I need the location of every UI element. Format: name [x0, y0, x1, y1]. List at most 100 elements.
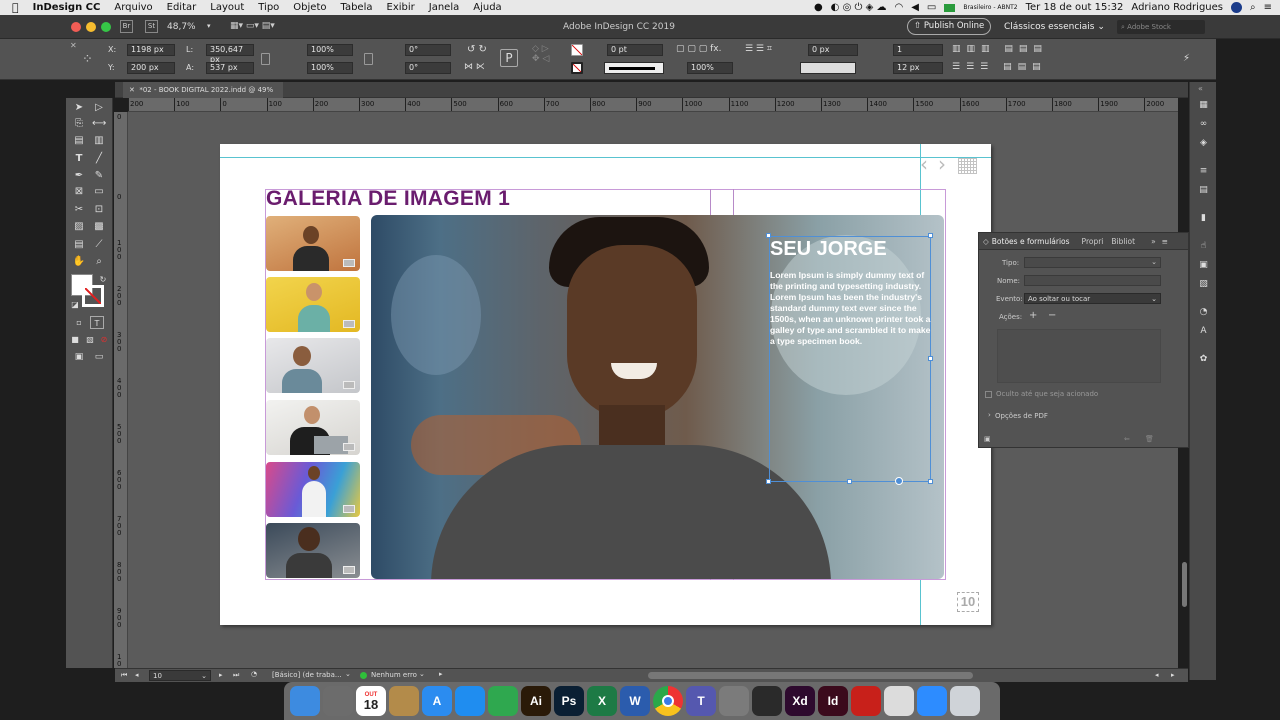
- menu-exibir[interactable]: Exibir: [380, 2, 422, 13]
- scale-x-field[interactable]: 100%: [307, 44, 353, 56]
- stroke-panel-icon[interactable]: ≡: [1198, 166, 1209, 176]
- buttons-panel-icon[interactable]: ☝: [1198, 241, 1209, 251]
- formatting-container-icon[interactable]: ▫: [72, 316, 86, 329]
- menu-tipo[interactable]: Tipo: [251, 2, 286, 13]
- selection-handle[interactable]: [928, 479, 933, 484]
- rotate-icons[interactable]: ↺ ↻: [467, 44, 487, 55]
- horizontal-ruler[interactable]: 200 100 0 100 200 300 400 500 600 700 800 900 1000 11…: [128, 98, 1178, 112]
- finder-app-icon[interactable]: [290, 686, 320, 716]
- preflight-profile[interactable]: [Básico] (de traba...: [272, 671, 342, 679]
- y-position-field[interactable]: 200 px: [127, 62, 175, 74]
- next-arrow-icon[interactable]: ›: [938, 154, 946, 174]
- indesign-app-icon[interactable]: Id: [818, 686, 848, 716]
- appstore-app-icon[interactable]: A: [422, 686, 452, 716]
- thumbnail-3[interactable]: [266, 338, 360, 393]
- rotation-field[interactable]: 0°: [405, 44, 451, 56]
- facetime-app-icon[interactable]: [488, 686, 518, 716]
- character-styles-icon[interactable]: A: [1198, 326, 1209, 336]
- record-icon[interactable]: ●: [814, 2, 823, 13]
- tab-buttons-forms[interactable]: Botões e formulários: [992, 237, 1082, 246]
- stroke-type-dropdown[interactable]: [604, 62, 664, 74]
- gutter-field[interactable]: 12 px: [893, 62, 943, 74]
- quicktime-app-icon[interactable]: [752, 686, 782, 716]
- battery-icon[interactable]: ▭: [927, 2, 936, 13]
- fill-swatch[interactable]: [571, 44, 583, 56]
- eyedropper-tool-icon[interactable]: ⟋: [92, 238, 106, 251]
- columns-field[interactable]: 1: [893, 44, 943, 56]
- safari-app-icon[interactable]: [455, 686, 485, 716]
- add-action-icon[interactable]: +: [1029, 310, 1037, 321]
- page-number-field[interactable]: 10 ⌄: [149, 670, 211, 681]
- text-style-dropdown[interactable]: [800, 62, 856, 74]
- view-options-icon[interactable]: ▦▾ ▭▾ ▤▾: [230, 21, 275, 31]
- type-tool-icon[interactable]: T: [72, 152, 86, 165]
- app-menu[interactable]: InDesign CC: [26, 2, 108, 13]
- error-status[interactable]: Nenhum erro: [371, 671, 417, 679]
- menu-objeto[interactable]: Objeto: [286, 2, 333, 13]
- vertical-scrollbar[interactable]: [1182, 562, 1187, 607]
- close-window-button[interactable]: [71, 22, 81, 32]
- open-panel-icon[interactable]: ▸: [439, 670, 443, 678]
- user-name[interactable]: Adriano Rodrigues: [1131, 2, 1223, 13]
- panel-collapse-icon[interactable]: ◇: [979, 237, 992, 246]
- gallery-title[interactable]: GALERIA DE IMAGEM 1: [266, 187, 510, 211]
- scroll-left-icon[interactable]: ◂: [1155, 671, 1159, 679]
- actions-list[interactable]: [997, 329, 1161, 383]
- screen-mode-icon[interactable]: ▭: [92, 351, 106, 364]
- hidden-until-triggered-checkbox[interactable]: [985, 391, 992, 398]
- content-collector-icon[interactable]: ▤: [72, 134, 86, 147]
- select-container-icons[interactable]: ◇ ▷ ✥ ◁: [532, 44, 549, 64]
- object-states-icon[interactable]: ▣: [1198, 260, 1209, 270]
- zoom-window-button[interactable]: [101, 22, 111, 32]
- scroll-right-icon[interactable]: ▸: [1171, 671, 1175, 679]
- last-page-icon[interactable]: ⏭: [233, 671, 239, 680]
- offset-field[interactable]: 0 px: [808, 44, 858, 56]
- horizontal-scrollbar[interactable]: [648, 672, 973, 679]
- bookmarks-panel-icon[interactable]: ▮: [1198, 213, 1209, 223]
- pages-panel-icon[interactable]: ▦: [1198, 100, 1209, 110]
- bridge-button[interactable]: Br: [120, 20, 133, 33]
- chrome-app-icon[interactable]: [653, 686, 683, 716]
- hand-tool-icon[interactable]: ✋: [72, 255, 86, 268]
- flag-icon[interactable]: [944, 3, 956, 12]
- constrain-proportions-icon[interactable]: [261, 53, 270, 65]
- calendar-app-icon[interactable]: OUT 18: [356, 686, 386, 716]
- content-placer-icon[interactable]: ▥: [92, 134, 106, 147]
- stroke-color-swatch[interactable]: [82, 285, 104, 307]
- first-page-icon[interactable]: ⏮: [121, 671, 127, 680]
- pen-tool-icon[interactable]: ✒: [72, 169, 86, 182]
- flip-icons[interactable]: ⋈ ⋉: [464, 62, 485, 72]
- volume-icon[interactable]: ◀: [911, 2, 919, 13]
- cyan-guide-horizontal[interactable]: [220, 157, 991, 158]
- menu-janela[interactable]: Janela: [422, 2, 466, 13]
- error-chevron-icon[interactable]: ⌄: [419, 670, 425, 678]
- teams-app-icon[interactable]: T: [686, 686, 716, 716]
- height-field[interactable]: 537 px: [206, 62, 254, 74]
- illustrator-app-icon[interactable]: Ai: [521, 686, 551, 716]
- reference-point-icon[interactable]: ⁘: [82, 51, 100, 69]
- formatting-text-icon[interactable]: T: [90, 316, 104, 329]
- apply-none-icon[interactable]: ⊘: [97, 333, 111, 346]
- effects-icon[interactable]: ▢ ▢ ▢ fx.: [676, 44, 721, 54]
- gradient-feather-tool-icon[interactable]: ▩: [92, 220, 106, 233]
- zoom-level-dropdown[interactable]: 48,7%: [167, 22, 196, 32]
- zoom-tool-icon[interactable]: ⌕: [92, 255, 106, 268]
- page-number[interactable]: 10: [957, 592, 979, 612]
- close-panel-icon[interactable]: ✕: [70, 41, 77, 50]
- gap-tool-icon[interactable]: ⟷: [92, 117, 106, 130]
- trash-app-icon[interactable]: [950, 686, 980, 716]
- panel-menu-icon[interactable]: ≡: [1162, 237, 1168, 246]
- preflight-icon[interactable]: ◔: [251, 670, 257, 678]
- default-colors-icon[interactable]: ◪: [68, 298, 82, 311]
- rectangle-frame-tool-icon[interactable]: ⊠: [72, 185, 86, 198]
- convert-object-icon[interactable]: ⇐: [1124, 435, 1130, 443]
- preview-spread-icon[interactable]: ▣: [984, 435, 991, 443]
- word-app-icon[interactable]: W: [620, 686, 650, 716]
- thumbnail-4[interactable]: [266, 400, 360, 455]
- pencil-tool-icon[interactable]: ✎: [92, 169, 106, 182]
- free-transform-tool-icon[interactable]: ⊡: [92, 203, 106, 216]
- thumbnail-6[interactable]: [266, 523, 360, 578]
- selection-handle[interactable]: [766, 479, 771, 484]
- tipo-dropdown[interactable]: ⌄: [1024, 257, 1161, 268]
- preview-app-icon[interactable]: [884, 686, 914, 716]
